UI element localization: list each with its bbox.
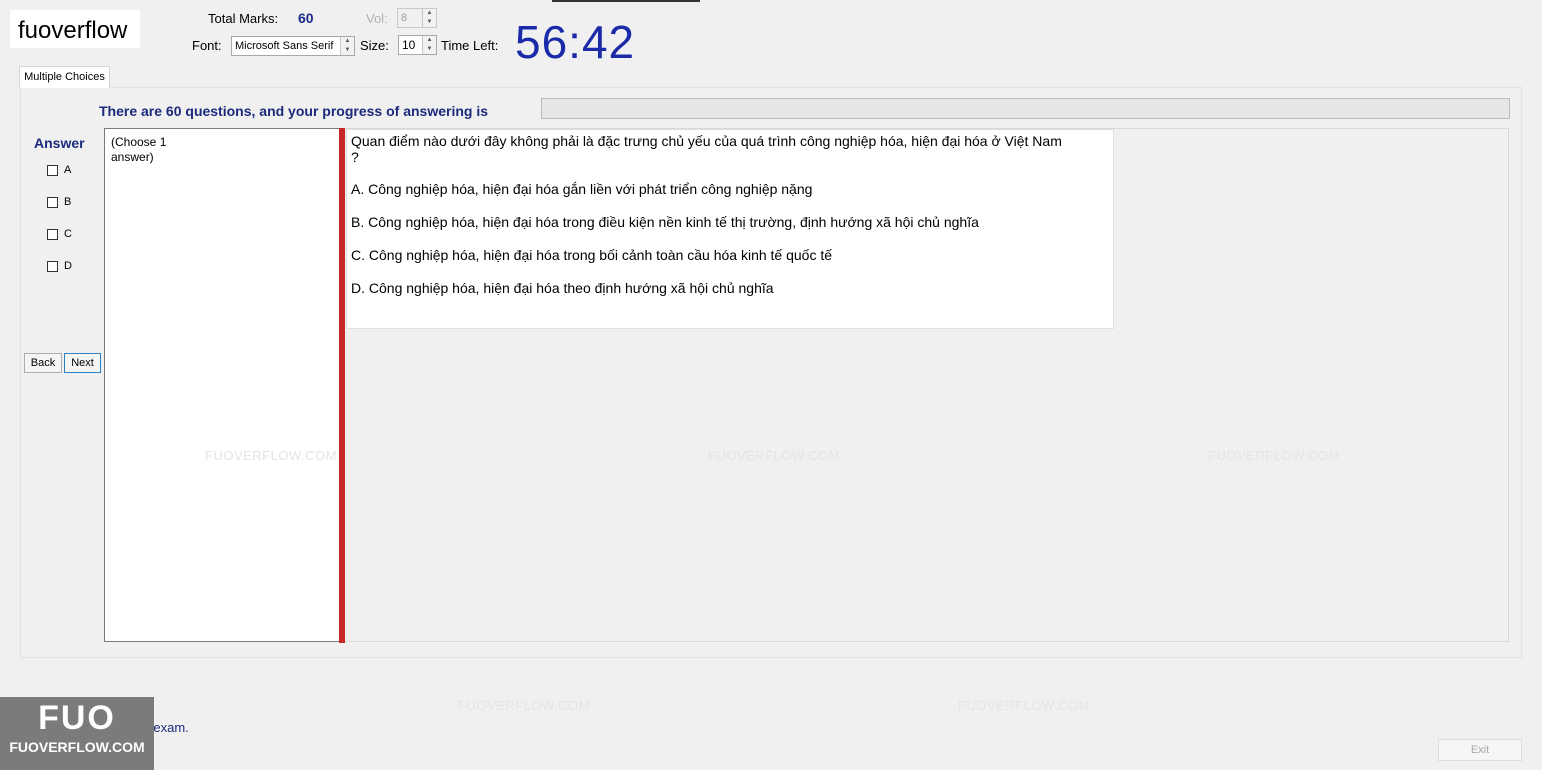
font-spin-buttons[interactable]: ▲ ▼ — [340, 37, 354, 55]
tab-multiple-choices[interactable]: Multiple Choices — [19, 66, 110, 88]
size-value: 10 — [402, 38, 416, 52]
exit-button[interactable]: Exit — [1438, 739, 1522, 761]
option-b-label: B — [64, 196, 72, 208]
watermark-5: FUOVERFLOW.COM — [958, 698, 1090, 713]
watermark-1: FUOVERFLOW.COM — [205, 448, 337, 463]
size-spin-buttons[interactable]: ▲ ▼ — [422, 36, 436, 54]
logo-text: fuoverflow — [18, 17, 128, 44]
size-stepper[interactable]: 10 ▲ ▼ — [398, 35, 437, 55]
option-d-label: D — [64, 260, 72, 272]
choose-hint-box: (Choose 1 answer) — [104, 128, 340, 642]
fuo-badge: FUO FUOVERFLOW.COM — [0, 697, 154, 770]
progress-bar — [541, 98, 1510, 119]
vol-spin-buttons[interactable]: ▲ ▼ — [422, 9, 436, 27]
choose-hint-text: (Choose 1 answer) — [111, 135, 167, 164]
answer-heading: Answer — [34, 135, 85, 151]
size-label: Size: — [360, 38, 389, 53]
font-label: Font: — [192, 38, 222, 53]
badge-big-text: FUO — [38, 699, 116, 737]
watermark-4: FUOVERFLOW.COM — [458, 698, 590, 713]
checkbox-a[interactable] — [47, 164, 58, 176]
next-button[interactable]: Next — [64, 353, 101, 373]
checkbox-b[interactable] — [47, 196, 58, 208]
answer-text-c: C. Công nghiệp hóa, hiện đại hóa trong b… — [351, 247, 833, 263]
answer-option-c[interactable]: C — [47, 228, 72, 240]
back-button[interactable]: Back — [24, 353, 62, 373]
option-a-label: A — [64, 164, 72, 176]
progress-text: There are 60 questions, and your progres… — [99, 103, 488, 119]
answer-text-b: B. Công nghiệp hóa, hiện đại hóa trong đ… — [351, 214, 979, 230]
watermark-3: FUOVERFLOW.COM — [1208, 448, 1340, 463]
vol-value: 8 — [401, 12, 408, 24]
question-text: Quan điểm nào dưới đây không phải là đặc… — [351, 133, 1062, 165]
total-marks-label: Total Marks: — [208, 11, 279, 26]
total-marks-value: 60 — [298, 10, 314, 26]
answer-option-b[interactable]: B — [47, 196, 71, 208]
answer-option-d[interactable]: D — [47, 260, 72, 272]
time-left-label: Time Left: — [441, 38, 499, 53]
font-select[interactable]: Microsoft Sans Serif ▲ ▼ — [231, 36, 355, 56]
question-box: Quan điểm nào dưới đây không phải là đặc… — [346, 129, 1114, 329]
answer-text-a: A. Công nghiệp hóa, hiện đại hóa gắn liề… — [351, 181, 813, 197]
vol-label: Vol: — [366, 11, 388, 26]
checkbox-d[interactable] — [47, 260, 58, 272]
answer-text-d: D. Công nghiệp hóa, hiện đại hóa theo đị… — [351, 280, 774, 296]
top-edge-bar — [552, 0, 700, 2]
logo: fuoverflow — [10, 10, 140, 48]
checkbox-c[interactable] — [47, 228, 58, 240]
font-value: Microsoft Sans Serif — [235, 40, 334, 52]
tab-label: Multiple Choices — [24, 71, 105, 83]
answer-option-a[interactable]: A — [47, 164, 71, 176]
vol-stepper[interactable]: 8 ▲ ▼ — [397, 8, 437, 28]
watermark-2: FUOVERFLOW.COM — [708, 448, 840, 463]
option-c-label: C — [64, 228, 72, 240]
badge-small-text: FUOVERFLOW.COM — [9, 739, 145, 755]
countdown-timer: 56:42 — [515, 16, 636, 68]
